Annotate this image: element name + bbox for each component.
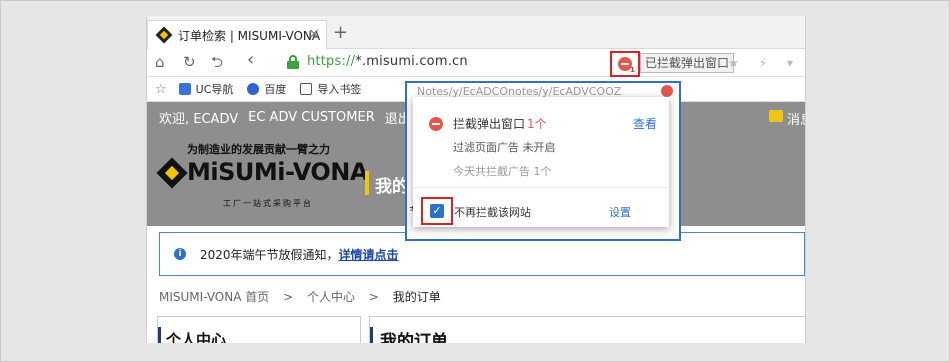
blocked-popups-count: 1个	[527, 117, 547, 131]
blocked-popup-tooltip: 已拦截弹出窗口	[640, 53, 735, 73]
reload-icon[interactable]: ↻	[183, 54, 196, 70]
tab-order-search[interactable]: 订单检索 | MISUMI-VONA ×	[147, 20, 327, 49]
welcome-text: 欢迎, ECADV	[159, 111, 239, 127]
tab-close-icon[interactable]: ×	[308, 26, 320, 42]
panel-divider	[413, 187, 669, 188]
url-field[interactable]: https://*.misumi.com.cn	[307, 54, 468, 69]
view-blocked-link[interactable]: 查看	[633, 115, 657, 132]
block-badge-icon	[661, 85, 673, 97]
company-name: EC ADV CUSTOMER	[248, 109, 375, 125]
home-icon[interactable]: ⌂	[155, 54, 165, 70]
bookmark-label: 百度	[264, 83, 287, 96]
messages-link[interactable]: 消息	[787, 109, 805, 128]
back-icon[interactable]: ‹	[247, 51, 254, 69]
popup-count-badge: 1	[630, 66, 635, 74]
breadcrumb-personal[interactable]: 个人中心	[307, 290, 355, 304]
logo-subtitle: 工厂一站式采购平台	[223, 199, 313, 208]
site-logo[interactable]: MiSUMi-VONA	[187, 158, 368, 186]
tab-title: 订单检索 | MISUMI-VONA	[178, 28, 321, 43]
screenshot-frame: 订单检索 | MISUMI-VONA × + ⌂ ↻ ⮌ ‹ https://*…	[0, 0, 950, 362]
card-accent-bar	[158, 327, 161, 343]
blocked-popups-row: 拦截弹出窗口 1个	[429, 115, 547, 132]
block-icon	[429, 116, 443, 131]
settings-link[interactable]: 设置	[609, 204, 631, 220]
message-icon[interactable]	[769, 110, 783, 122]
new-tab-button[interactable]: +	[333, 22, 348, 43]
card-accent-bar	[370, 327, 373, 343]
bookmark-baidu[interactable]: 百度	[247, 81, 286, 97]
baidu-icon	[247, 83, 260, 95]
logo-mark-icon	[156, 157, 188, 189]
personal-center-title: 个人中心	[166, 331, 227, 343]
never-block-label[interactable]: 不再拦截该网站	[454, 204, 531, 220]
blocked-popups-label: 拦截弹出窗口	[453, 117, 526, 131]
breadcrumb-separator: >	[283, 290, 294, 304]
breadcrumb-separator: >	[368, 290, 379, 304]
bookmark-uc[interactable]: UC导航	[178, 81, 234, 97]
bookmark-label: UC导航	[195, 83, 234, 96]
breadcrumb: MISUMI-VONA 首页 > 个人中心 > 我的订单	[159, 288, 451, 305]
breadcrumb-current: 我的订单	[392, 290, 441, 304]
address-bar-row: ⌂ ↻ ⮌ ‹ https://*.misumi.com.cn 1 已拦截弹出窗…	[147, 49, 805, 77]
slogan: 为制造业的发展贡献一臂之力	[187, 143, 330, 156]
tab-strip: 订单检索 | MISUMI-VONA × +	[147, 16, 805, 49]
popup-blocker-button[interactable]: 1	[610, 51, 640, 77]
import-icon	[300, 83, 313, 95]
url-host: *.misumi.com.cn	[355, 54, 468, 69]
my-orders-card: 我的订单	[369, 316, 805, 343]
ad-filter-status: 过滤页面广告 未开启	[453, 141, 556, 154]
breadcrumb-home[interactable]: MISUMI-VONA 首页	[159, 290, 269, 304]
checkbox-highlight: ✓	[421, 197, 453, 225]
undo-close-icon[interactable]: ⮌	[211, 54, 223, 70]
lock-icon	[287, 55, 299, 69]
bookmark-label: 导入书签	[317, 83, 362, 96]
bookmark-import[interactable]: 导入书签	[300, 81, 361, 97]
my-orders-title: 我的订单	[380, 332, 448, 343]
notice-link[interactable]: 详情请点击	[339, 246, 399, 263]
bookmark-star-icon[interactable]: ☆	[155, 82, 167, 97]
personal-center-card: 个人中心	[157, 316, 361, 343]
today-blocked-count: 今天共拦截广告 1个	[453, 165, 552, 178]
info-icon: i	[174, 248, 186, 260]
toolbar-right-icons[interactable]: ★ ⚡ ▾	[728, 56, 801, 70]
url-scheme: https://	[307, 54, 356, 69]
notice-text: 2020年端午节放假通知，	[200, 247, 339, 262]
misumi-favicon-icon	[155, 26, 173, 44]
uc-icon	[178, 83, 191, 95]
never-block-checkbox[interactable]: ✓	[430, 204, 444, 218]
header-title: 我的	[375, 177, 409, 197]
logo-divider	[365, 171, 369, 195]
